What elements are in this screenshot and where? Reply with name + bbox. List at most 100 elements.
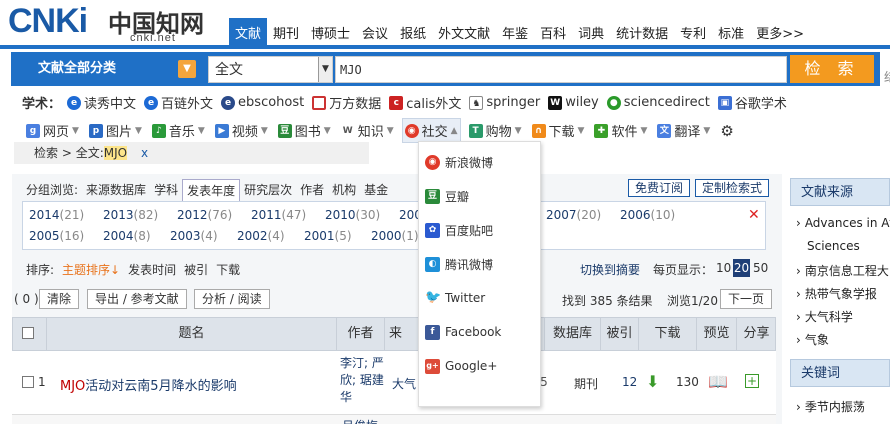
link-wiley[interactable]: Wwiley	[548, 95, 599, 110]
row-cited[interactable]: 12	[622, 375, 637, 389]
tab-biaozhun[interactable]: 标准	[712, 18, 750, 45]
year-item[interactable]: 2011(47)	[251, 208, 306, 222]
clear-button[interactable]: 清除	[39, 289, 80, 309]
year-item[interactable]: 2012(76)	[177, 208, 232, 222]
settings-button[interactable]: ⚙	[718, 120, 735, 142]
tool-download[interactable]: ∩ 下载 ▼	[530, 119, 587, 142]
col-database[interactable]: 数据库	[544, 317, 600, 351]
source-item[interactable]: › 气象	[796, 331, 829, 348]
menu-douban[interactable]: 豆豆瓣	[425, 186, 469, 206]
menu-weibo[interactable]: ◉ 新浪微博	[425, 152, 493, 172]
tab-wenxian[interactable]: 文献	[229, 18, 268, 45]
per-page-50[interactable]: 50	[753, 261, 768, 275]
year-item[interactable]: 2004(8)	[103, 229, 151, 243]
link-duxiu[interactable]: e 读秀中文	[67, 93, 136, 112]
year-item[interactable]: 2010(30)	[325, 208, 380, 222]
switch-abstract-link[interactable]: 切换到摘要	[580, 261, 640, 278]
year-item[interactable]: 2005(16)	[29, 229, 84, 243]
col-author[interactable]: 作者	[336, 317, 384, 351]
row-checkbox[interactable]	[22, 376, 34, 391]
year-item[interactable]: 2007(20)	[546, 208, 601, 222]
source-item[interactable]: ›Advances in Atm	[796, 216, 890, 230]
remove-query-button[interactable]: x	[141, 146, 148, 160]
source-item[interactable]: › 热带气象学报	[796, 285, 877, 302]
year-item[interactable]: 2000(1)	[371, 229, 419, 243]
sort-cited[interactable]: 被引	[184, 261, 208, 278]
tool-music[interactable]: ♪ 音乐 ▼	[150, 119, 207, 142]
link-bailian[interactable]: e 百链外文	[144, 93, 213, 112]
year-item[interactable]: 2003(4)	[170, 229, 218, 243]
col-downloads[interactable]: 下载	[638, 317, 696, 351]
tool-knowledge[interactable]: W 知识 ▼	[339, 119, 396, 142]
menu-facebook[interactable]: f Facebook	[425, 322, 501, 342]
tab-huiyi[interactable]: 会议	[356, 18, 394, 45]
free-subscribe-button[interactable]: 免费订阅	[628, 179, 691, 197]
menu-googleplus[interactable]: g+ Google+	[425, 356, 497, 376]
link-sciencedirect[interactable]: ● sciencedirect	[606, 95, 710, 110]
per-page-10[interactable]: 10	[716, 261, 731, 275]
search-button[interactable]: 检 索	[790, 55, 874, 83]
source-item-cont[interactable]: Sciences	[807, 239, 860, 253]
link-google-scholar[interactable]: ▣ 谷歌学术	[717, 93, 787, 112]
group-level[interactable]: 研究层次	[240, 179, 296, 201]
link-wanfang[interactable]: 万方数据	[312, 93, 381, 112]
search-input[interactable]: MJO	[335, 56, 787, 83]
sort-topic[interactable]: 主题排序↓	[62, 261, 120, 278]
menu-tencent-weibo[interactable]: ◐ 腾讯微博	[425, 254, 493, 274]
tab-cidian[interactable]: 词典	[572, 18, 610, 45]
tool-software[interactable]: ✚ 软件 ▼	[592, 119, 649, 142]
link-calis[interactable]: c calis外文	[389, 93, 461, 112]
select-all-checkbox[interactable]	[22, 327, 34, 342]
tool-shopping[interactable]: T 购物 ▼	[467, 119, 524, 142]
link-ebsco[interactable]: e ebscohost	[221, 95, 304, 110]
row-source[interactable]: 大气	[392, 375, 416, 392]
keyword-item[interactable]: › 季节内振荡	[796, 398, 865, 415]
category-dropdown[interactable]: 文献全部分类 ▼	[18, 57, 198, 81]
tool-social[interactable]: ◉ 社交 ▲	[401, 118, 461, 143]
cnki-logo[interactable]: CNKi 中国知网 cnki.net	[8, 2, 218, 46]
analyze-button[interactable]: 分析 / 阅读	[194, 289, 270, 309]
sort-download[interactable]: 下载	[216, 261, 240, 278]
sort-date[interactable]: 发表时间	[128, 261, 176, 278]
per-page-20[interactable]: 20	[733, 259, 750, 277]
tool-video[interactable]: ▶ 视频 ▼	[213, 119, 270, 142]
tab-waiwen[interactable]: 外文文献	[432, 18, 496, 45]
tool-image[interactable]: p 图片 ▼	[87, 119, 144, 142]
share-plus-icon[interactable]: +	[745, 374, 759, 388]
tool-web[interactable]: g 网页 ▼	[24, 119, 81, 142]
group-subject[interactable]: 学科	[150, 179, 182, 201]
tab-zhuanli[interactable]: 专利	[674, 18, 712, 45]
group-source-db[interactable]: 来源数据库	[82, 179, 150, 201]
close-icon[interactable]: ✕	[748, 207, 760, 223]
result-title-link[interactable]: MJO活动对云南5月降水的影响	[60, 375, 237, 394]
year-item[interactable]: 2002(4)	[237, 229, 285, 243]
tab-boshuoshi[interactable]: 博硕士	[305, 18, 356, 45]
year-item[interactable]: 2001(5)	[304, 229, 352, 243]
field-select[interactable]: 全文 ▼	[208, 56, 333, 83]
preview-book-icon[interactable]: 📖	[708, 372, 728, 391]
row-authors[interactable]: 吕俊梅	[342, 417, 378, 424]
group-author[interactable]: 作者	[296, 179, 328, 201]
menu-tieba[interactable]: ✿ 百度贴吧	[425, 220, 493, 240]
export-button[interactable]: 导出 / 参考文献	[87, 289, 187, 309]
menu-twitter[interactable]: 🐦 Twitter	[425, 288, 485, 308]
group-institution[interactable]: 机构	[328, 179, 360, 201]
tab-nianjian[interactable]: 年鉴	[496, 18, 534, 45]
tool-books[interactable]: 豆图书 ▼	[276, 119, 333, 142]
source-item[interactable]: › 南京信息工程大	[796, 262, 889, 279]
group-fund[interactable]: 基金	[360, 179, 392, 201]
link-springer[interactable]: ♞ springer	[469, 95, 540, 110]
tab-tongji[interactable]: 统计数据	[610, 18, 674, 45]
custom-query-button[interactable]: 定制检索式	[695, 179, 770, 197]
year-item[interactable]: 2006(10)	[620, 208, 675, 222]
tab-more[interactable]: 更多>>	[750, 18, 810, 45]
next-page-button[interactable]: 下一页	[720, 289, 773, 309]
row-authors[interactable]: 李汀; 严欣; 琚建华	[340, 355, 386, 406]
tab-qikan[interactable]: 期刊	[267, 18, 305, 45]
col-title[interactable]: 题名	[46, 317, 336, 351]
col-cited[interactable]: 被引	[600, 317, 638, 351]
tool-translate[interactable]: 文翻译 ▼	[655, 119, 712, 142]
download-icon[interactable]: ⬇	[646, 372, 659, 391]
group-year[interactable]: 发表年度	[182, 179, 241, 201]
year-item[interactable]: 2013(82)	[103, 208, 158, 222]
